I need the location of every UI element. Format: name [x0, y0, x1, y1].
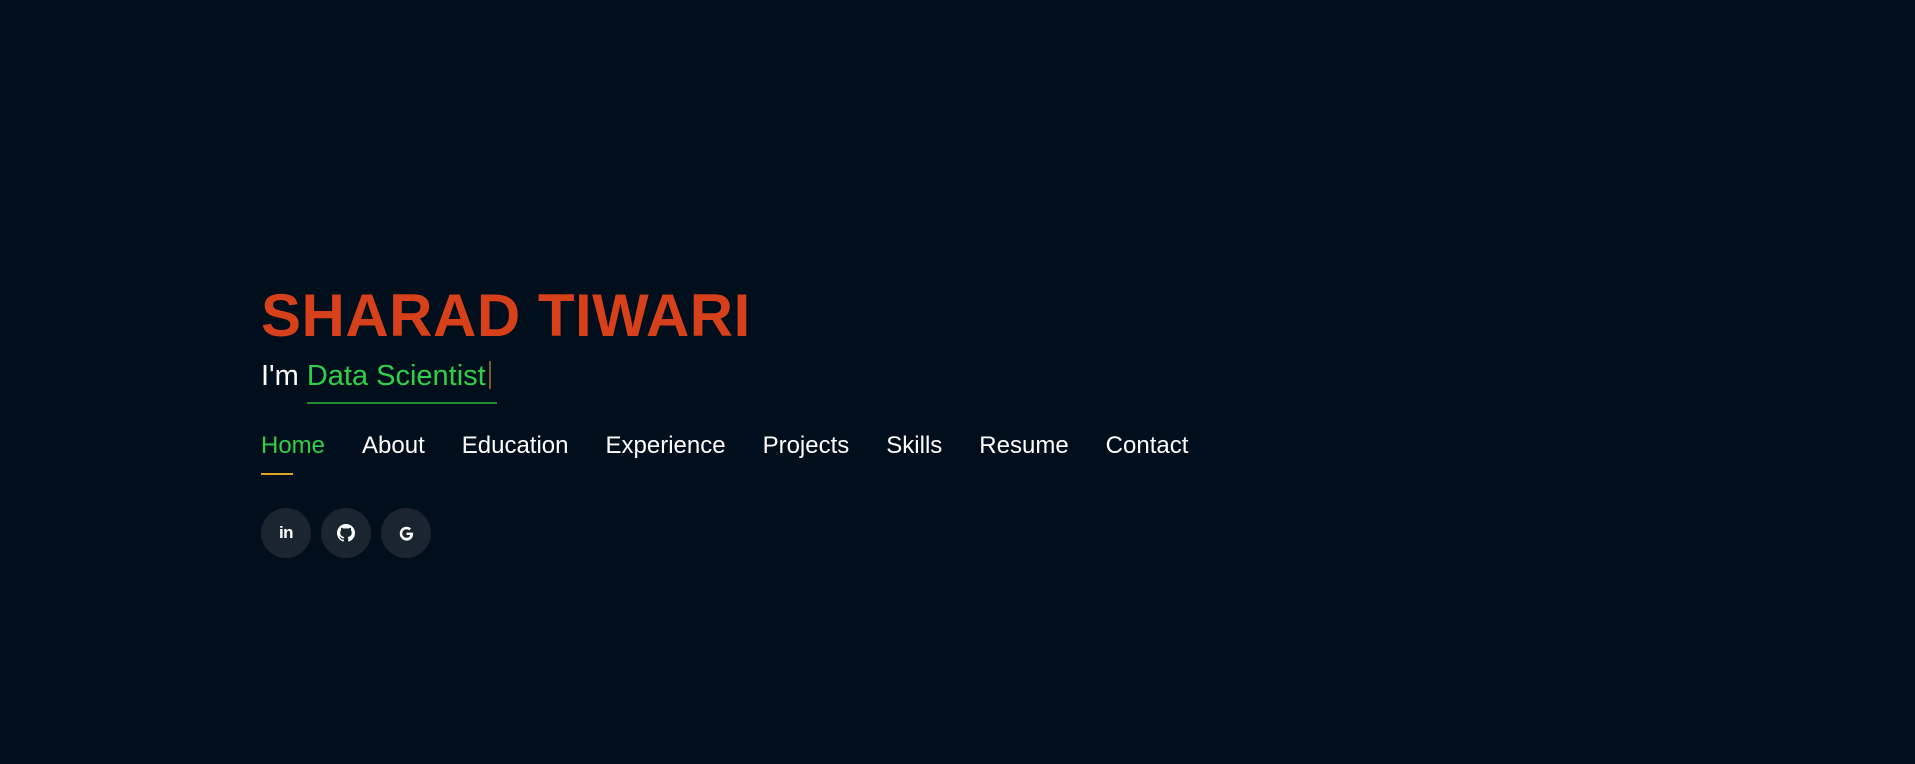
nav-item-home[interactable]: Home: [261, 429, 325, 475]
typing-caret: [488, 361, 491, 389]
google-icon: [399, 526, 413, 541]
nav-item-experience[interactable]: Experience: [606, 429, 726, 463]
linkedin-icon: in: [278, 523, 294, 542]
tagline-prefix: I'm: [261, 360, 307, 392]
hero-section: SHARAD TIWARI I'm Data Scientist Home Ab…: [261, 280, 1661, 558]
tagline-role-text: Data Scientist: [306, 360, 486, 392]
google-button[interactable]: [381, 508, 431, 558]
main-nav: Home About Education Experience Projects…: [261, 429, 1661, 475]
github-button[interactable]: [321, 508, 371, 558]
hero-tagline: I'm Data Scientist: [261, 354, 1661, 404]
nav-item-projects[interactable]: Projects: [763, 429, 850, 463]
nav-item-skills[interactable]: Skills: [886, 429, 942, 463]
nav-item-education[interactable]: Education: [462, 429, 569, 463]
github-icon: [337, 524, 355, 542]
nav-item-contact[interactable]: Contact: [1106, 429, 1189, 463]
hero-name: SHARAD TIWARI: [261, 282, 751, 349]
nav-item-resume[interactable]: Resume: [979, 429, 1068, 463]
social-links: in: [261, 508, 1661, 558]
linkedin-button[interactable]: in: [261, 508, 311, 558]
tagline-role: Data Scientist: [306, 354, 497, 404]
nav-item-about[interactable]: About: [362, 429, 425, 463]
